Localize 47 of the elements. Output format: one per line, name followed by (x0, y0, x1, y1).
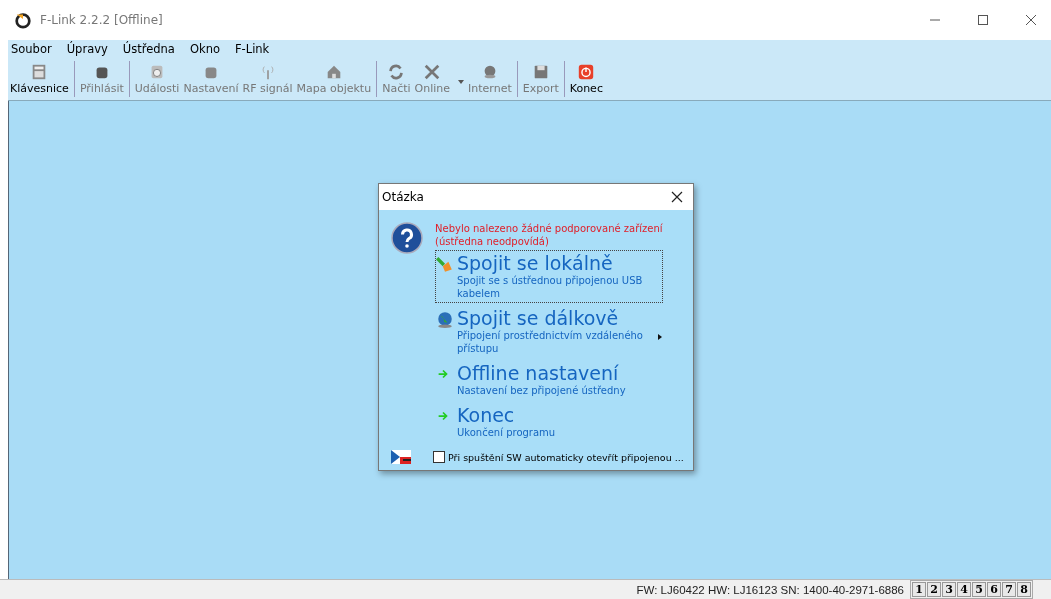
menu-item[interactable]: Okno (189, 42, 220, 56)
option-description: Připojení prostřednictvím vzdáleného přístupu (457, 330, 644, 355)
menu-item[interactable]: Soubor (11, 42, 52, 56)
flags-icon[interactable] (391, 450, 411, 464)
toolbar-button[interactable]: Klávesnice (8, 58, 71, 100)
globe-icon (436, 311, 454, 329)
power-icon (577, 63, 596, 81)
option-link[interactable]: Spojit se dálkově Připojení prostřednictvím vzdáleného přístupu (435, 305, 663, 358)
close-icon[interactable] (1025, 14, 1037, 26)
dialog-title: Otázka (382, 190, 424, 204)
option-link[interactable]: Offline nastavení Nastavení bez připojené ústředny (435, 360, 663, 400)
page-button[interactable]: 7 (1002, 582, 1016, 597)
menu-item[interactable]: Úpravy (66, 42, 108, 56)
page-button[interactable]: 8 (1017, 582, 1031, 597)
window-title: F-Link 2.2.2 [Offline] (40, 13, 163, 27)
maximize-icon[interactable] (977, 14, 989, 26)
page-button[interactable]: 1 (912, 582, 926, 597)
question-icon (391, 222, 423, 254)
page-button[interactable]: 4 (957, 582, 971, 597)
submenu-arrow-icon (658, 334, 662, 340)
plug-icon (436, 256, 454, 274)
arrow-icon (436, 409, 450, 423)
toolbar-icon (423, 63, 442, 81)
close-icon[interactable] (671, 191, 683, 203)
option-description: Ukončení programu (457, 426, 556, 439)
menu-item[interactable]: F-Link (234, 42, 270, 56)
page-button[interactable]: 2 (927, 582, 941, 597)
checkbox[interactable] (433, 451, 445, 463)
error-message: Nebylo nalezeno žádné podporované zařízení (ústředna neodpovídá) (435, 222, 664, 248)
option-description: Spojit se s ústřednou připojenou USB kabelem (457, 274, 644, 300)
page-button[interactable]: 5 (972, 582, 986, 597)
page-button[interactable]: 6 (987, 582, 1001, 597)
option-description: Nastavení bez připojené ústředny (457, 384, 626, 397)
option-title: Spojit se lokálně (457, 252, 614, 274)
refresh-icon (387, 63, 406, 81)
option-link[interactable]: Konec Ukončení programu (435, 402, 663, 442)
option-title: Spojit se dálkově (457, 307, 619, 329)
option-title: Offline nastavení (457, 362, 620, 384)
menu-item[interactable]: Ústředna (122, 42, 175, 56)
toolbar-button[interactable]: Konec (567, 58, 605, 100)
option-link[interactable]: Spojit se lokálně Spojit se s ústřednou připojenou USB kabelem (435, 250, 663, 303)
page-button[interactable]: 3 (942, 582, 956, 597)
arrow-icon (436, 367, 450, 381)
option-title: Konec (457, 404, 516, 426)
device-info: FW: LJ60422 HW: LJ16123 SN: 1400-40-2971-6886 (636, 583, 904, 596)
app-logo-icon (14, 11, 32, 29)
checkbox-label: Při spuštění SW automaticky otevřít připojenou ... (448, 451, 684, 463)
